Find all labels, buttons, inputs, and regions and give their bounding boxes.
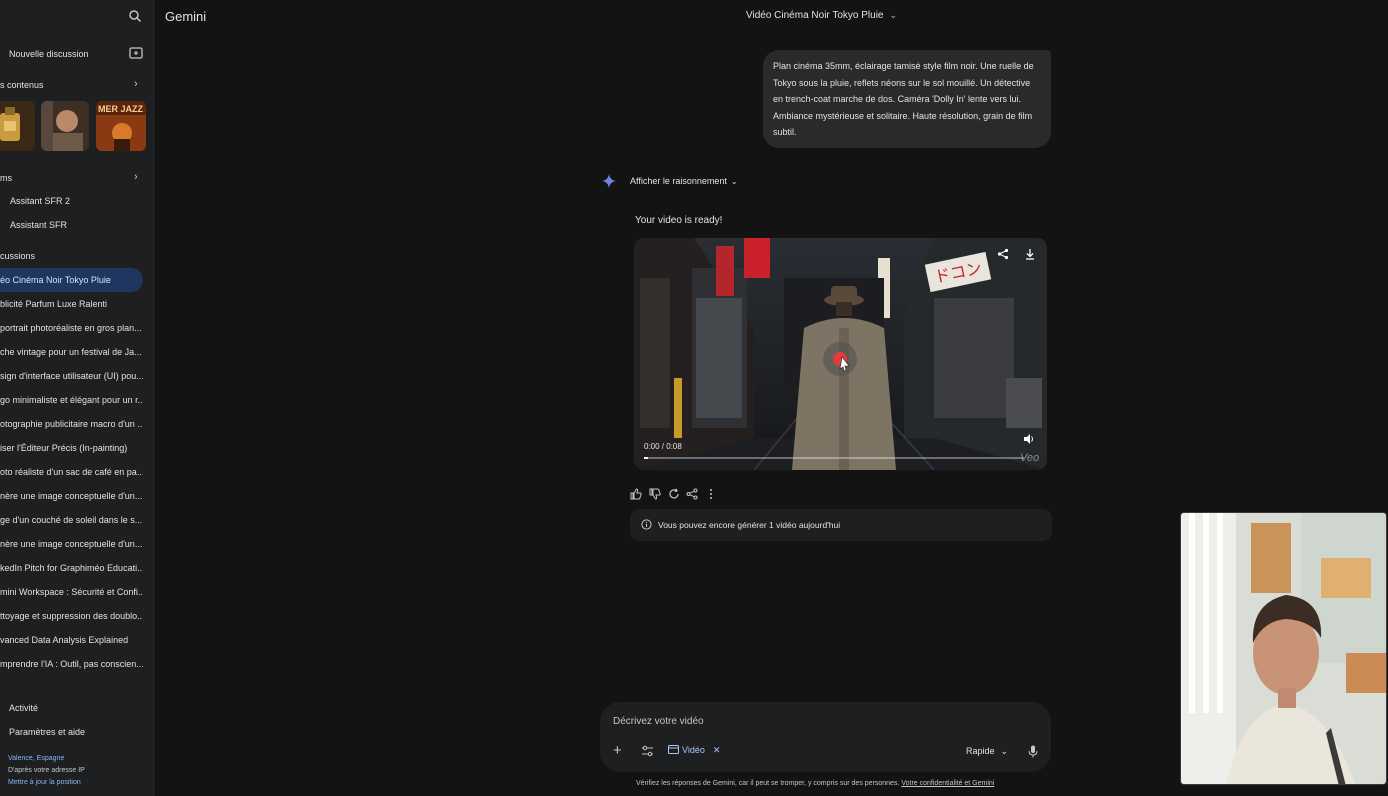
thumbnail-jazz-poster[interactable]: MER JAZZ 2 [96,101,146,151]
my-content-header[interactable]: s contenus [0,80,44,90]
disclaimer-text: Vérifiez les réponses de Gemini, car il … [636,780,900,787]
discussion-item[interactable]: otographie publicitaire macro d'un ... [0,412,143,436]
video-player[interactable]: ドコン 0:00 / 0:08 Veo [634,238,1047,470]
discussion-item[interactable]: nère une image conceptuelle d'un... [0,484,143,508]
share-icon[interactable] [997,248,1009,260]
webcam-feed [1181,513,1386,784]
thumbs-up-icon[interactable] [630,488,642,500]
discussion-item[interactable]: iser l'Éditeur Précis (In-painting) [0,436,143,460]
thumbnail-portrait[interactable] [41,101,89,151]
prompt-composer[interactable]: Décrivez votre vidéo + Vidéo ✕ Rapide ⌄ [600,702,1051,772]
discussion-item[interactable]: oto réaliste d'un sac de café en pa... [0,460,143,484]
more-options-icon[interactable] [705,488,717,500]
video-icon [668,745,679,754]
close-icon[interactable]: ✕ [713,745,721,755]
thumbnail-poster-text: MER JAZZ 2 [98,104,146,114]
update-location-link[interactable]: Mettre à jour la position [8,779,81,786]
webcam-overlay [1180,512,1387,785]
chevron-down-icon: ⌄ [730,177,738,186]
chevron-down-icon: ⌄ [889,10,898,20]
gem-item[interactable]: Assitant SFR 2 [10,196,70,206]
prompt-input[interactable]: Décrivez votre vidéo [613,716,704,727]
new-chat-button[interactable]: Nouvelle discussion [9,49,89,59]
sidebar: Nouvelle discussion s contenus › MER JAZ… [0,0,155,796]
conversation-title-text: Vidéo Cinéma Noir Tokyo Pluie [746,10,884,21]
new-chat-icon[interactable] [129,47,143,59]
discussion-item[interactable]: sign d'interface utilisateur (UI) pou... [0,364,143,388]
discussion-item[interactable]: ge d'un couché de soleil dans le s... [0,508,143,532]
discussion-item[interactable]: vanced Data Analysis Explained [0,628,143,652]
notice-text: Vous pouvez encore générer 1 vidéo aujou… [658,520,841,530]
discussion-item[interactable]: mprendre l'IA : Outil, pas conscien... [0,652,143,676]
video-progress-fill [644,457,648,459]
discussions-header: cussions [0,251,36,261]
search-icon[interactable] [128,9,142,23]
discussion-item[interactable]: portrait photoréaliste en gros plan... [0,316,143,340]
response-text: Your video is ready! [635,215,723,226]
download-icon[interactable] [1024,248,1036,260]
settings-help-link[interactable]: Paramètres et aide [9,727,85,737]
discussion-item[interactable]: éo Cinéma Noir Tokyo Pluie [0,268,143,292]
location-source: D'après votre adresse IP [8,767,85,774]
video-progress-bar[interactable] [644,457,1024,459]
volume-icon[interactable] [1023,433,1035,445]
chevron-right-icon[interactable]: › [134,171,138,183]
discussion-item[interactable]: che vintage pour un festival de Ja... [0,340,143,364]
gemini-spark-icon [602,174,616,188]
chevron-down-icon: ⌄ [1000,746,1009,756]
chevron-right-icon[interactable]: › [134,78,138,90]
app-logo[interactable]: Gemini [165,9,206,24]
conversation-title[interactable]: Vidéo Cinéma Noir Tokyo Pluie ⌄ [746,10,897,21]
veo-watermark: Veo [1020,452,1040,464]
video-tool-label: Vidéo [682,745,705,755]
show-reasoning-label: Afficher le raisonnement [630,176,727,186]
show-reasoning-toggle[interactable]: Afficher le raisonnement ⌄ [630,176,738,186]
share-icon[interactable] [686,488,698,500]
microphone-icon[interactable] [1028,745,1038,758]
discussion-item[interactable]: mini Workspace : Sécurité et Confi... [0,580,143,604]
thumbs-down-icon[interactable] [649,488,661,500]
privacy-link[interactable]: Votre confidentialité et Gemini [901,780,994,787]
gem-item[interactable]: Assistant SFR [10,220,67,230]
add-attachment-icon[interactable]: + [613,743,622,758]
gems-header[interactable]: ms [0,173,12,183]
thumbnail-perfume[interactable] [0,101,35,151]
discussion-item[interactable]: ttoyage et suppression des doublo... [0,604,143,628]
info-icon [641,519,652,530]
video-time: 0:00 / 0:08 [644,442,682,451]
user-prompt-bubble: Plan cinéma 35mm, éclairage tamisé style… [763,50,1051,148]
discussion-item[interactable]: go minimaliste et élégant pour un r... [0,388,143,412]
play-button-icon[interactable] [823,342,857,376]
content-thumbnails: MER JAZZ 2 [0,101,150,151]
discussion-item[interactable]: blicité Parfum Luxe Ralenti [0,292,143,316]
model-mode-selector[interactable]: Rapide ⌄ [966,746,1008,757]
model-mode-label: Rapide [966,746,995,756]
generation-limit-notice: Vous pouvez encore générer 1 vidéo aujou… [630,509,1052,541]
discussion-item[interactable]: nère une image conceptuelle d'un... [0,532,143,556]
regenerate-icon[interactable] [668,488,680,500]
location-place[interactable]: Valence, Espagne [8,755,64,762]
discussion-item[interactable]: kedIn Pitch for Graphiméo Educati... [0,556,143,580]
video-tool-chip[interactable]: Vidéo ✕ [668,745,720,756]
tools-icon[interactable] [641,745,654,757]
discussion-list: éo Cinéma Noir Tokyo Pluie blicité Parfum… [0,268,155,676]
footer-disclaimer: Vérifiez les réponses de Gemini, car il … [636,780,994,787]
activity-link[interactable]: Activité [9,703,38,713]
